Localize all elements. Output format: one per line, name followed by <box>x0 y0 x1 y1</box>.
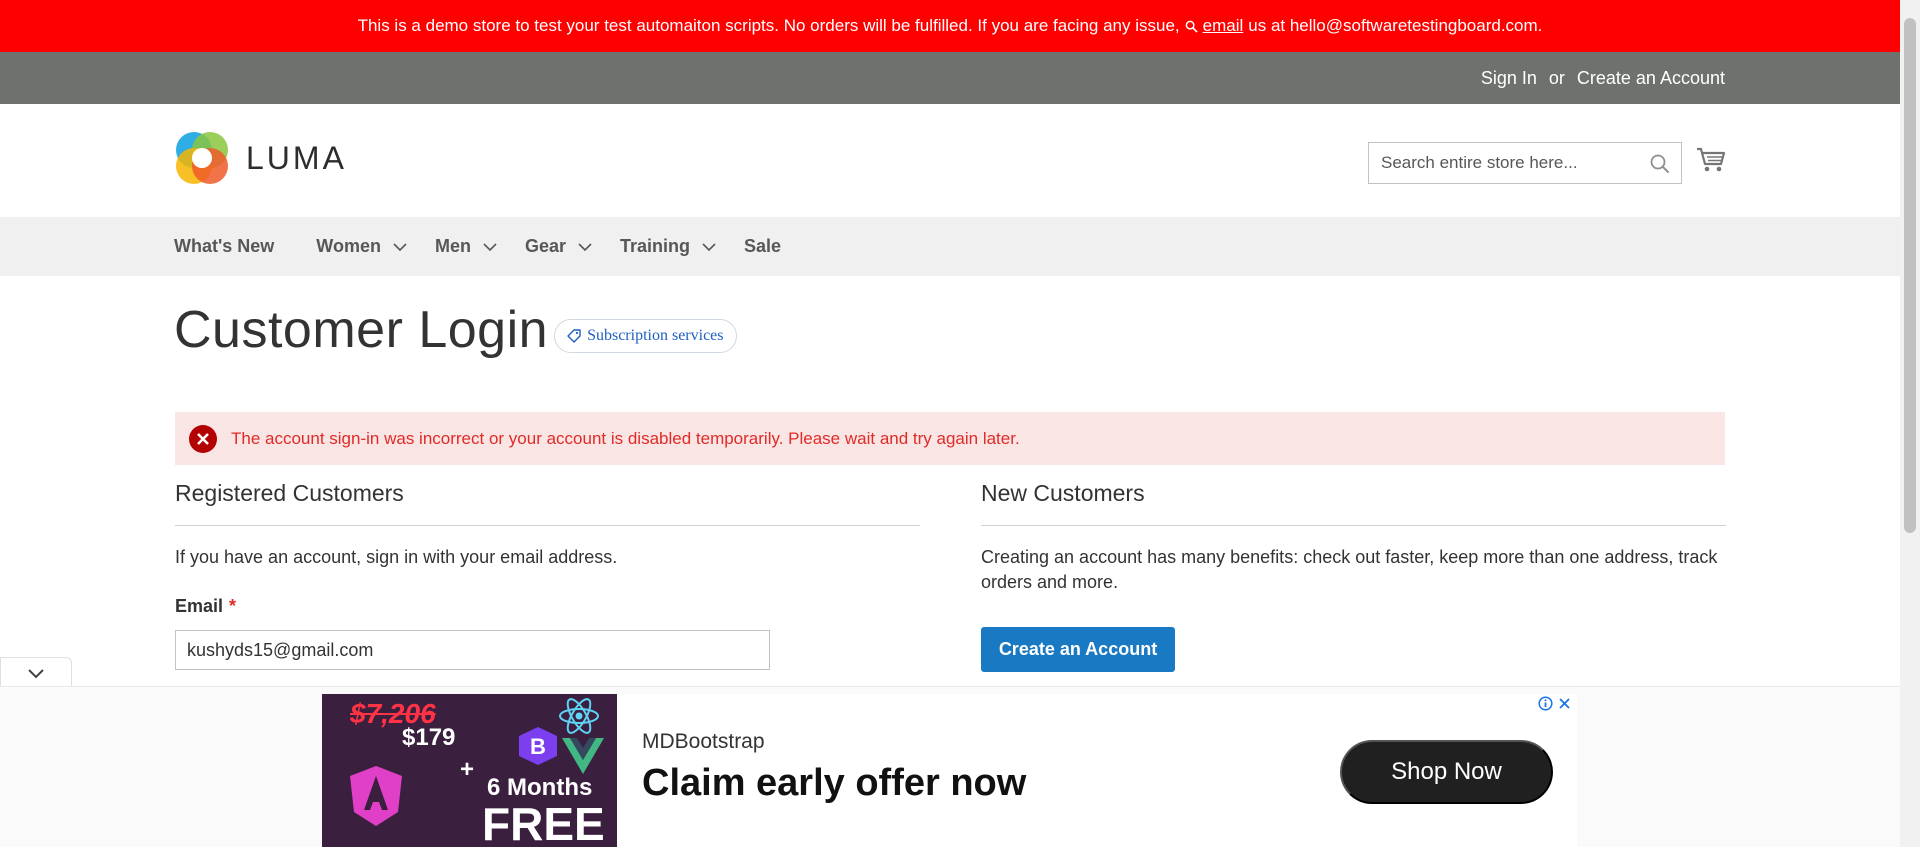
nav-item-gear[interactable]: Gear <box>525 236 592 257</box>
close-icon[interactable] <box>1557 696 1572 711</box>
new-customers-divider <box>981 525 1726 526</box>
main-navigation: What's New Women Men Gear Training Sale <box>0 217 1900 276</box>
page-title: Customer Login <box>174 301 549 359</box>
angular-logo-icon <box>350 766 402 826</box>
ad-image[interactable]: $7,206 $179 + B 6 Months FREE <box>322 694 617 847</box>
ad-free: FREE <box>482 798 605 847</box>
ad-plus: + <box>460 756 475 783</box>
luma-logo-icon <box>176 132 228 184</box>
sign-in-link[interactable]: Sign In <box>1481 68 1537 89</box>
email-label: Email * <box>175 596 236 617</box>
registered-divider <box>175 525 920 526</box>
luma-logo[interactable]: LUMA <box>174 130 347 186</box>
logo-text: LUMA <box>246 139 347 176</box>
search-icon <box>1185 20 1198 33</box>
ad-banner[interactable]: $7,206 $179 + B 6 Months FREE MDBootstra… <box>322 694 1577 847</box>
account-links: Sign In or Create an Account <box>1481 52 1725 104</box>
svg-text:B: B <box>530 734 546 759</box>
create-account-link[interactable]: Create an Account <box>1577 68 1725 89</box>
nav-item-label: Men <box>434 236 471 256</box>
required-mark: * <box>229 596 237 616</box>
create-account-button[interactable]: Create an Account <box>981 627 1175 672</box>
nav-item-women[interactable]: Women <box>316 236 407 257</box>
demo-notice-text: This is a demo store to test your test a… <box>357 16 1180 35</box>
subscription-services-badge[interactable]: Subscription services <box>554 319 737 353</box>
registered-customers-title: Registered Customers <box>175 480 404 506</box>
nav-item-label: Women <box>316 236 381 256</box>
chevron-down-icon <box>483 242 497 251</box>
demo-notice-bar: This is a demo store to test your test a… <box>0 0 1900 52</box>
page-title-wrap: Customer Login Subscription services <box>174 300 737 360</box>
search-button-icon[interactable] <box>1649 153 1671 175</box>
scrollbar-thumb[interactable] <box>1904 18 1916 533</box>
registered-intro: If you have an account, sign in with you… <box>175 547 618 567</box>
subscription-services-label: Subscription services <box>587 327 724 344</box>
nav-item-label: Sale <box>744 236 782 256</box>
nav-item-label: Training <box>620 236 691 256</box>
new-customers-title: New Customers <box>981 480 1145 506</box>
page-scrollbar[interactable] <box>1900 0 1920 847</box>
tag-icon <box>567 329 581 343</box>
error-text: The account sign-in was incorrect or you… <box>231 428 1020 448</box>
chevron-down-icon <box>393 242 407 251</box>
react-logo-icon <box>559 698 599 734</box>
nav-item-label: Gear <box>524 236 566 256</box>
nav-item-sale[interactable]: Sale <box>744 236 781 257</box>
nav-item-men[interactable]: Men <box>435 236 497 257</box>
chevron-down-icon <box>28 668 44 678</box>
nav-item-whats-new[interactable]: What's New <box>174 236 274 257</box>
chevron-down-icon <box>702 242 716 251</box>
chevron-down-icon <box>578 242 592 251</box>
email-label-text: Email <box>175 596 224 616</box>
nav-item-training[interactable]: Training <box>620 236 716 257</box>
error-message: The account sign-in was incorrect or you… <box>175 412 1725 465</box>
bootstrap-logo-icon: B <box>519 727 557 765</box>
ad-sponsor: MDBootstrap <box>642 730 765 753</box>
ad-shop-now-button[interactable]: Shop Now <box>1340 740 1553 804</box>
search-box <box>1368 142 1682 184</box>
email-field[interactable] <box>175 630 770 670</box>
search-input[interactable] <box>1381 153 1641 173</box>
new-customers-intro: Creating an account has many benefits: c… <box>981 547 1718 592</box>
ad-new-price: $179 <box>402 724 456 751</box>
ad-info-controls <box>1538 696 1572 711</box>
ad-collapse-toggle[interactable] <box>0 657 72 687</box>
panel-header: Sign In or Create an Account <box>0 52 1900 104</box>
site-header: LUMA <box>0 104 1900 217</box>
vue-logo-icon <box>562 738 604 774</box>
demo-notice-text-after: us at hello@softwaretestingboard.com. <box>1248 16 1543 35</box>
nav-item-label: What's New <box>174 236 275 256</box>
email-link[interactable]: email <box>1203 16 1244 36</box>
or-separator: or <box>1548 67 1565 88</box>
ad-headline[interactable]: Claim early offer now <box>642 762 1026 805</box>
error-icon <box>189 424 217 453</box>
cart-icon[interactable] <box>1696 146 1726 174</box>
info-icon[interactable] <box>1538 696 1553 711</box>
